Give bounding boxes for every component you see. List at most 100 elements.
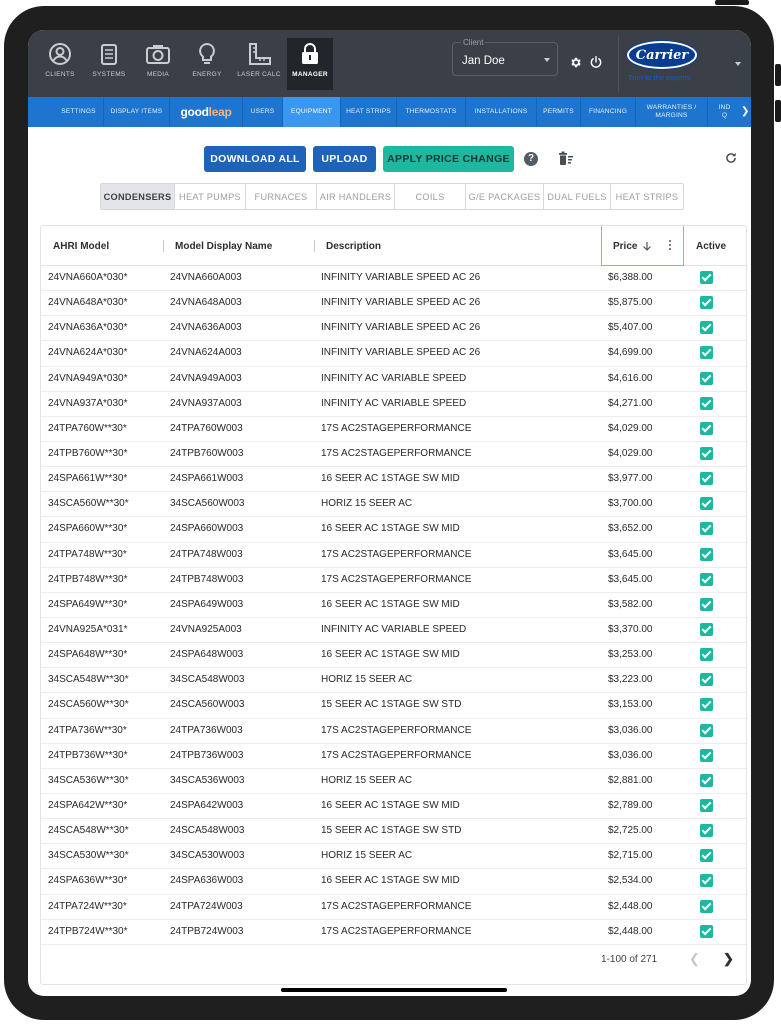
table-row[interactable]: 24VNA660A*030* 24VNA660A003 INFINITY VARIA… <box>41 266 746 292</box>
chevron-right-icon[interactable]: ❯ <box>741 106 749 117</box>
brand-selector[interactable]: Carrier Turn to the experts <box>618 36 751 92</box>
tab-heat-pumps[interactable]: HEAT PUMPS <box>175 184 246 209</box>
tab-furnaces[interactable]: FURNACES <box>246 184 317 209</box>
tab-ge-packages[interactable]: G/E PACKAGES <box>466 184 544 209</box>
active-checkbox[interactable] <box>700 849 713 863</box>
active-checkbox[interactable] <box>700 723 713 737</box>
table-row[interactable]: 24TPA748W**30* 24TPA748W003 17S AC2STAGEPE… <box>41 543 746 568</box>
active-checkbox[interactable] <box>700 497 713 511</box>
subnav-display-items[interactable]: DISPLAY ITEMS <box>104 97 170 127</box>
table-row[interactable]: 24SCA560W**30* 24SCA560W003 15 SEER AC 1ST… <box>41 693 746 719</box>
table-row[interactable]: 34SCA536W**30* 34SCA536W003 HORIZ 15 SEER … <box>41 769 746 794</box>
sort-descending-icon[interactable] <box>642 241 652 251</box>
table-row[interactable]: 24TPA736W**30* 24TPA736W003 17S AC2STAGEPE… <box>41 719 746 744</box>
gear-icon[interactable] <box>569 56 582 69</box>
subnav-financing[interactable]: FINANCING <box>581 97 636 127</box>
subnav-warranties-margins[interactable]: WARRANTIES / MARGINS <box>636 97 708 127</box>
table-row[interactable]: 34SCA560W**30* 34SCA560W003 HORIZ 15 SEER … <box>41 492 746 518</box>
home-indicator[interactable] <box>281 988 507 992</box>
nav-laser-calc[interactable]: LASER CALC <box>232 38 286 90</box>
column-header-price[interactable]: Price <box>613 226 652 266</box>
table-row[interactable]: 24TPB736W**30* 24TPB736W003 17S AC2STAGEPE… <box>41 744 746 769</box>
column-separator[interactable] <box>314 240 315 252</box>
column-menu-icon[interactable] <box>669 240 672 252</box>
table-row[interactable]: 24SPA648W**30* 24SPA648W003 16 SEER AC 1ST… <box>41 643 746 669</box>
subnav-thermostats[interactable]: THERMOSTATS <box>397 97 466 127</box>
nav-manager[interactable]: MANAGER <box>287 38 333 90</box>
table-row[interactable]: 24SPA636W**30* 24SPA636W003 16 SEER AC 1ST… <box>41 869 746 895</box>
nav-energy[interactable]: ENERGY <box>183 38 231 90</box>
nav-media[interactable]: MEDIA <box>134 38 182 90</box>
active-checkbox[interactable] <box>700 296 713 310</box>
download-all-button[interactable]: DOWNLOAD ALL <box>204 146 306 172</box>
table-row[interactable]: 24TPB760W**30* 24TPB760W003 17S AC2STAGEPE… <box>41 442 746 468</box>
subnav-installations[interactable]: INSTALLATIONS <box>466 97 537 127</box>
table-row[interactable]: 24TPA724W**30* 24TPA724W003 17S AC2STAGEPE… <box>41 895 746 920</box>
active-checkbox[interactable] <box>700 472 713 486</box>
table-row[interactable]: 24VNA937A*030* 24VNA937A003 INFINITY AC VA… <box>41 392 746 417</box>
table-row[interactable]: 24SPA660W**30* 24SPA660W003 16 SEER AC 1ST… <box>41 517 746 543</box>
column-header-active[interactable]: Active <box>696 226 726 266</box>
active-checkbox[interactable] <box>700 547 713 561</box>
subnav-equipment[interactable]: EQUIPMENT <box>283 97 341 127</box>
active-checkbox[interactable] <box>700 321 713 335</box>
help-icon[interactable]: ? <box>524 152 538 166</box>
active-checkbox[interactable] <box>700 924 713 938</box>
table-row[interactable]: 24SCA548W**30* 24SCA548W003 15 SEER AC 1ST… <box>41 819 746 845</box>
refresh-icon[interactable] <box>724 151 738 165</box>
delete-sweep-icon[interactable] <box>558 151 574 166</box>
subnav-goodleap[interactable]: goodleap <box>170 97 243 127</box>
subnav-permits[interactable]: PERMITS <box>537 97 581 127</box>
previous-page-icon[interactable]: ❮ <box>689 951 700 967</box>
active-checkbox[interactable] <box>700 899 713 913</box>
subnav-heat-strips[interactable]: HEAT STRIPS <box>341 97 397 127</box>
active-checkbox[interactable] <box>700 622 713 636</box>
next-page-icon[interactable]: ❯ <box>723 951 734 967</box>
column-header-ahri-model[interactable]: AHRI Model <box>53 226 109 266</box>
table-row[interactable]: 24VNA624A*030* 24VNA624A003 INFINITY VARIA… <box>41 341 746 367</box>
subnav-settings[interactable]: SETTINGS <box>54 97 104 127</box>
active-checkbox[interactable] <box>700 597 713 611</box>
apply-price-change-button[interactable]: APPLY PRICE CHANGE <box>383 146 514 172</box>
active-checkbox[interactable] <box>700 421 713 435</box>
table-row[interactable]: 24TPB748W**30* 24TPB748W003 17S AC2STAGEPE… <box>41 568 746 593</box>
active-checkbox[interactable] <box>700 371 713 385</box>
active-checkbox[interactable] <box>700 798 713 812</box>
active-checkbox[interactable] <box>700 572 713 586</box>
active-checkbox[interactable] <box>700 396 713 410</box>
tab-air-handlers[interactable]: AIR HANDLERS <box>317 184 395 209</box>
tab-condensers[interactable]: CONDENSERS <box>101 184 175 209</box>
active-checkbox[interactable] <box>700 673 713 687</box>
table-row[interactable]: 34SCA548W**30* 34SCA548W003 HORIZ 15 SEER … <box>41 668 746 694</box>
active-checkbox[interactable] <box>700 748 713 762</box>
upload-button[interactable]: UPLOAD <box>313 146 376 172</box>
active-checkbox[interactable] <box>700 346 713 360</box>
subnav-users[interactable]: USERS <box>243 97 283 127</box>
active-checkbox[interactable] <box>700 446 713 460</box>
nav-clients[interactable]: CLIENTS <box>36 38 84 90</box>
column-separator[interactable] <box>163 240 164 252</box>
table-row[interactable]: 34SCA530W**30* 34SCA530W003 HORIZ 15 SEER … <box>41 844 746 870</box>
active-checkbox[interactable] <box>700 824 713 838</box>
table-row[interactable]: 24SPA642W**30* 24SPA642W003 16 SEER AC 1ST… <box>41 794 746 820</box>
table-row[interactable]: 24TPB724W**30* 24TPB724W003 17S AC2STAGEPE… <box>41 920 746 945</box>
column-header-description[interactable]: Description <box>326 226 381 266</box>
table-row[interactable]: 24SPA661W**30* 24SPA661W003 16 SEER AC 1ST… <box>41 467 746 493</box>
column-header-model-display-name[interactable]: Model Display Name <box>175 226 272 266</box>
active-checkbox[interactable] <box>700 773 713 787</box>
nav-systems[interactable]: SYSTEMS <box>85 38 133 90</box>
table-row[interactable]: 24VNA949A*030* 24VNA949A003 INFINITY AC VA… <box>41 367 746 392</box>
active-checkbox[interactable] <box>700 271 713 284</box>
active-checkbox[interactable] <box>700 698 713 712</box>
power-icon[interactable] <box>589 55 603 69</box>
table-row[interactable]: 24SPA649W**30* 24SPA649W003 16 SEER AC 1ST… <box>41 593 746 618</box>
active-checkbox[interactable] <box>700 648 713 662</box>
tab-coils[interactable]: COILS <box>395 184 466 209</box>
subnav-ind-q[interactable]: IND Q <box>708 97 741 127</box>
tab-dual-fuels[interactable]: DUAL FUELS <box>544 184 611 209</box>
tab-heat-strips[interactable]: HEAT STRIPS <box>611 184 683 209</box>
active-checkbox[interactable] <box>700 522 713 536</box>
table-row[interactable]: 24VNA648A*030* 24VNA648A003 INFINITY VARIA… <box>41 291 746 317</box>
table-row[interactable]: 24VNA636A*030* 24VNA636A003 INFINITY VARIA… <box>41 316 746 342</box>
table-row[interactable]: 24VNA925A*031* 24VNA925A003 INFINITY AC VA… <box>41 618 746 644</box>
